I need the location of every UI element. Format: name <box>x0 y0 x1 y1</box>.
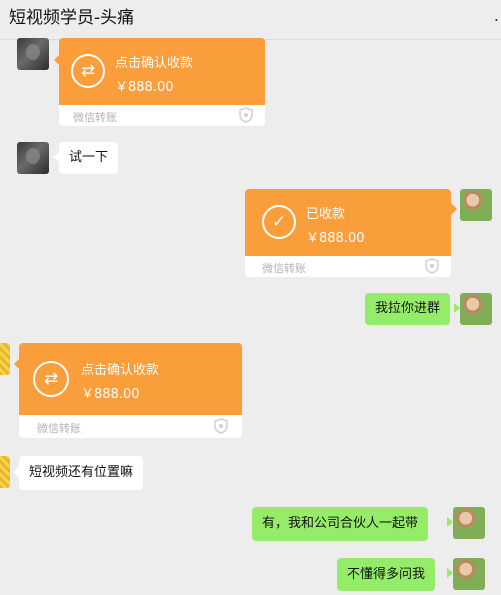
transfer-title: 点击确认收款 <box>115 56 194 71</box>
avatar[interactable] <box>0 456 10 488</box>
bubble-tail <box>447 517 453 527</box>
avatar[interactable] <box>17 38 49 70</box>
avatar[interactable] <box>460 293 492 325</box>
transfer-card[interactable]: ⇄ 点击确认收款 ￥888.00 微信转账 <box>19 343 242 438</box>
message-bubble[interactable]: 不懂得多问我 <box>337 558 436 591</box>
more-options-icon[interactable]: . <box>494 6 499 25</box>
shield-icon <box>425 258 439 274</box>
avatar[interactable] <box>453 558 485 590</box>
shield-icon <box>214 418 228 434</box>
transfer-card[interactable]: ⇄ 点击确认收款 ￥888.00 微信转账 <box>59 38 265 126</box>
transfer-title: 已收款 <box>306 207 346 222</box>
shield-icon <box>239 107 253 123</box>
message-bubble[interactable]: 试一下 <box>59 142 119 174</box>
transfer-amount: ￥888.00 <box>115 80 174 95</box>
message-bubble[interactable]: 短视频还有位置嘛 <box>19 456 144 490</box>
transfer-card[interactable]: ✓ 已收款 ￥888.00 微信转账 <box>245 189 451 277</box>
transfer-arrows-icon: ⇄ <box>71 54 105 88</box>
bubble-tail <box>451 203 457 215</box>
bubble-tail <box>454 303 460 313</box>
message-bubble[interactable]: 我拉你进群 <box>365 293 451 325</box>
avatar[interactable] <box>17 142 49 174</box>
transfer-arrows-icon: ⇄ <box>33 361 69 397</box>
transfer-footer: 微信转账 <box>73 111 117 124</box>
transfer-title: 点击确认收款 <box>81 363 160 378</box>
avatar[interactable] <box>460 189 492 221</box>
transfer-amount: ￥888.00 <box>306 231 365 246</box>
avatar[interactable] <box>453 507 485 539</box>
transfer-footer: 微信转账 <box>37 422 81 435</box>
message-bubble[interactable]: 有，我和公司合伙人一起带 <box>252 507 429 541</box>
chat-header: 短视频学员-头痛 . <box>0 0 501 40</box>
check-icon: ✓ <box>262 205 296 239</box>
bubble-tail <box>447 568 453 578</box>
chat-title: 短视频学员-头痛 <box>9 8 135 28</box>
avatar[interactable] <box>0 343 10 375</box>
transfer-amount: ￥888.00 <box>81 387 140 402</box>
transfer-footer: 微信转账 <box>262 262 306 275</box>
